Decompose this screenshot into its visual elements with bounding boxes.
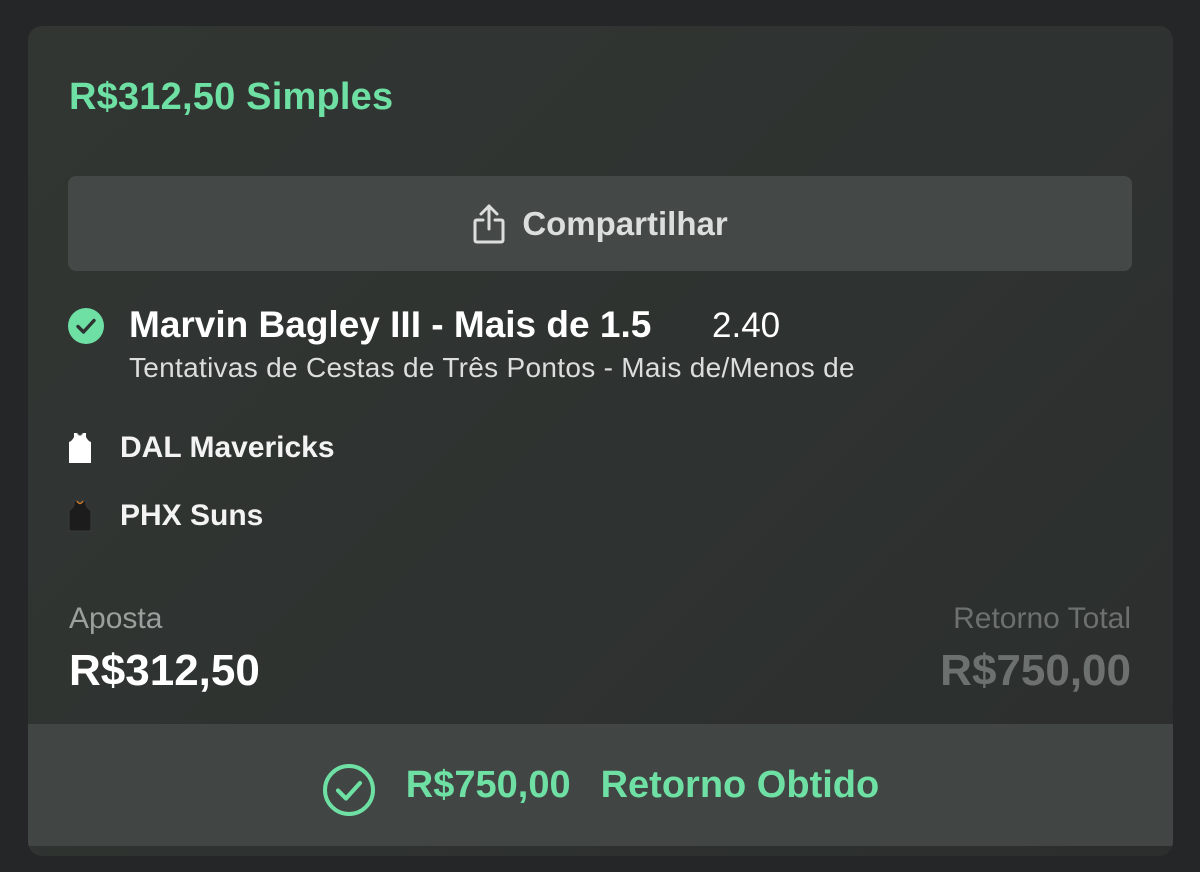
selection-odds: 2.40 (712, 306, 781, 345)
share-button-label: Compartilhar (522, 204, 728, 242)
team-row-home: DAL Mavericks (68, 431, 335, 465)
bet-card: R$312,50 Simples Compartilhar Marvin Bag… (28, 26, 1173, 856)
total-return-label: Retorno Total (953, 602, 1131, 635)
stake-label: Aposta (69, 602, 163, 635)
jersey-icon (68, 500, 92, 532)
total-return-value: R$750,00 (940, 646, 1131, 695)
stake-value: R$312,50 (69, 646, 260, 695)
result-amount: R$750,00 (405, 763, 571, 806)
bet-header-title: R$312,50 Simples (69, 76, 394, 118)
team-name: PHX Suns (120, 499, 264, 532)
selection-name: Marvin Bagley III - Mais de 1.5 (129, 304, 652, 345)
result-banner: R$750,00 Retorno Obtido (28, 724, 1173, 846)
share-icon (473, 204, 505, 243)
result-status: Retorno Obtido (600, 763, 880, 806)
check-circle-icon (68, 308, 104, 344)
team-name: DAL Mavericks (120, 431, 335, 464)
check-circle-outline-icon (322, 764, 375, 816)
share-button[interactable]: Compartilhar (68, 176, 1132, 271)
market-description: Tentativas de Cestas de Três Pontos - Ma… (129, 352, 855, 383)
team-row-away: PHX Suns (68, 499, 263, 533)
jersey-icon (69, 432, 91, 463)
